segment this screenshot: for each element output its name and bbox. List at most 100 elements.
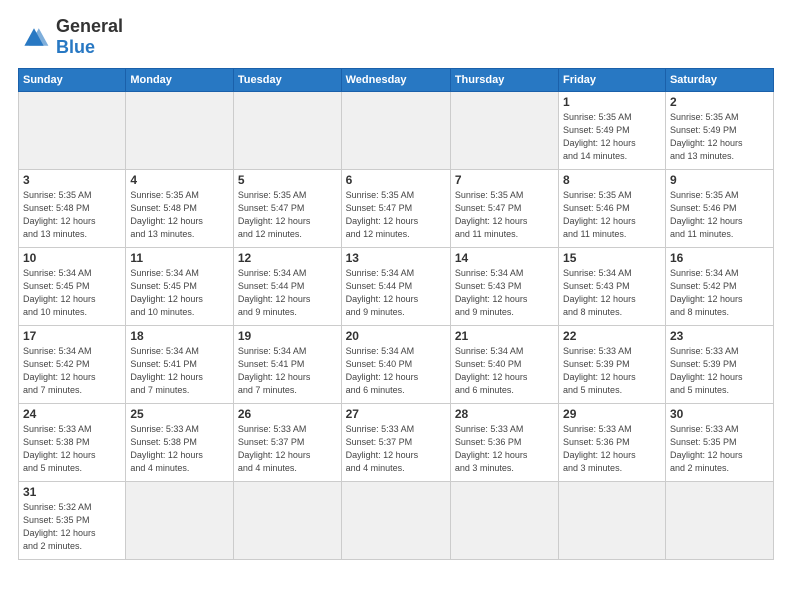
calendar-cell: 24 Sunrise: 5:33 AM Sunset: 5:38 PM Dayli…	[19, 404, 126, 482]
day-number: 10	[23, 251, 121, 265]
day-number: 8	[563, 173, 661, 187]
day-info: Sunrise: 5:34 AM Sunset: 5:45 PM Dayligh…	[130, 267, 229, 319]
calendar-cell: 18 Sunrise: 5:34 AM Sunset: 5:41 PM Dayli…	[126, 326, 234, 404]
day-info: Sunrise: 5:35 AM Sunset: 5:48 PM Dayligh…	[23, 189, 121, 241]
day-info: Sunrise: 5:34 AM Sunset: 5:40 PM Dayligh…	[455, 345, 554, 397]
calendar-cell: 7Sunrise: 5:35 AM Sunset: 5:47 PM Daylig…	[450, 170, 558, 248]
calendar-cell: 4 Sunrise: 5:35 AM Sunset: 5:48 PM Daylig…	[126, 170, 234, 248]
calendar-cell: 31 Sunrise: 5:32 AM Sunset: 5:35 PM Dayli…	[19, 482, 126, 560]
calendar-cell: 28 Sunrise: 5:33 AM Sunset: 5:36 PM Dayli…	[450, 404, 558, 482]
calendar-week-row: 3 Sunrise: 5:35 AM Sunset: 5:48 PM Daylig…	[19, 170, 774, 248]
day-number: 3	[23, 173, 121, 187]
calendar-cell	[126, 92, 234, 170]
weekday-header-monday: Monday	[126, 69, 234, 92]
page-header: General Blue	[18, 16, 774, 58]
day-info: Sunrise: 5:34 AM Sunset: 5:41 PM Dayligh…	[130, 345, 229, 397]
day-info: Sunrise: 5:34 AM Sunset: 5:44 PM Dayligh…	[238, 267, 337, 319]
calendar-cell: 8 Sunrise: 5:35 AM Sunset: 5:46 PM Daylig…	[559, 170, 666, 248]
day-info: Sunrise: 5:32 AM Sunset: 5:35 PM Dayligh…	[23, 501, 121, 553]
calendar-cell	[450, 92, 558, 170]
day-info: Sunrise: 5:33 AM Sunset: 5:35 PM Dayligh…	[670, 423, 769, 475]
weekday-header-thursday: Thursday	[450, 69, 558, 92]
day-info: Sunrise: 5:34 AM Sunset: 5:41 PM Dayligh…	[238, 345, 337, 397]
weekday-header-friday: Friday	[559, 69, 666, 92]
day-info: Sunrise: 5:33 AM Sunset: 5:38 PM Dayligh…	[130, 423, 229, 475]
calendar-cell: 12 Sunrise: 5:34 AM Sunset: 5:44 PM Dayli…	[233, 248, 341, 326]
day-info: Sunrise: 5:35 AM Sunset: 5:46 PM Dayligh…	[670, 189, 769, 241]
day-number: 24	[23, 407, 121, 421]
day-number: 5	[238, 173, 337, 187]
calendar-cell: 16 Sunrise: 5:34 AM Sunset: 5:42 PM Dayli…	[665, 248, 773, 326]
day-number: 12	[238, 251, 337, 265]
calendar-cell: 2 Sunrise: 5:35 AM Sunset: 5:49 PM Daylig…	[665, 92, 773, 170]
day-number: 31	[23, 485, 121, 499]
day-info: Sunrise: 5:34 AM Sunset: 5:42 PM Dayligh…	[23, 345, 121, 397]
day-number: 15	[563, 251, 661, 265]
calendar-cell: 9 Sunrise: 5:35 AM Sunset: 5:46 PM Daylig…	[665, 170, 773, 248]
calendar-cell: 14 Sunrise: 5:34 AM Sunset: 5:43 PM Dayli…	[450, 248, 558, 326]
day-info: Sunrise: 5:35 AM Sunset: 5:47 PM Dayligh…	[238, 189, 337, 241]
day-info: Sunrise: 5:35 AM Sunset: 5:49 PM Dayligh…	[670, 111, 769, 163]
day-number: 9	[670, 173, 769, 187]
day-number: 1	[563, 95, 661, 109]
day-number: 30	[670, 407, 769, 421]
day-info: Sunrise: 5:33 AM Sunset: 5:36 PM Dayligh…	[455, 423, 554, 475]
day-number: 17	[23, 329, 121, 343]
calendar-cell	[126, 482, 234, 560]
calendar-table: SundayMondayTuesdayWednesdayThursdayFrid…	[18, 68, 774, 560]
day-number: 21	[455, 329, 554, 343]
day-number: 28	[455, 407, 554, 421]
calendar-cell: 17 Sunrise: 5:34 AM Sunset: 5:42 PM Dayli…	[19, 326, 126, 404]
day-number: 27	[346, 407, 446, 421]
day-number: 23	[670, 329, 769, 343]
calendar-cell	[665, 482, 773, 560]
logo-text: General Blue	[56, 16, 123, 58]
calendar-header-row: SundayMondayTuesdayWednesdayThursdayFrid…	[19, 69, 774, 92]
calendar-cell: 21 Sunrise: 5:34 AM Sunset: 5:40 PM Dayli…	[450, 326, 558, 404]
day-number: 22	[563, 329, 661, 343]
day-number: 20	[346, 329, 446, 343]
day-info: Sunrise: 5:33 AM Sunset: 5:39 PM Dayligh…	[563, 345, 661, 397]
day-number: 29	[563, 407, 661, 421]
day-info: Sunrise: 5:35 AM Sunset: 5:48 PM Dayligh…	[130, 189, 229, 241]
day-info: Sunrise: 5:34 AM Sunset: 5:43 PM Dayligh…	[563, 267, 661, 319]
day-number: 25	[130, 407, 229, 421]
calendar-cell: 26Sunrise: 5:33 AM Sunset: 5:37 PM Dayli…	[233, 404, 341, 482]
day-number: 2	[670, 95, 769, 109]
calendar-cell: 11Sunrise: 5:34 AM Sunset: 5:45 PM Dayli…	[126, 248, 234, 326]
calendar-cell: 15 Sunrise: 5:34 AM Sunset: 5:43 PM Dayli…	[559, 248, 666, 326]
calendar-cell: 13Sunrise: 5:34 AM Sunset: 5:44 PM Dayli…	[341, 248, 450, 326]
day-info: Sunrise: 5:34 AM Sunset: 5:45 PM Dayligh…	[23, 267, 121, 319]
calendar-cell	[559, 482, 666, 560]
calendar-cell: 27Sunrise: 5:33 AM Sunset: 5:37 PM Dayli…	[341, 404, 450, 482]
day-number: 26	[238, 407, 337, 421]
calendar-cell: 1Sunrise: 5:35 AM Sunset: 5:49 PM Daylig…	[559, 92, 666, 170]
day-info: Sunrise: 5:33 AM Sunset: 5:36 PM Dayligh…	[563, 423, 661, 475]
calendar-cell	[341, 482, 450, 560]
day-number: 18	[130, 329, 229, 343]
calendar-week-row: 31 Sunrise: 5:32 AM Sunset: 5:35 PM Dayli…	[19, 482, 774, 560]
day-info: Sunrise: 5:35 AM Sunset: 5:47 PM Dayligh…	[455, 189, 554, 241]
day-info: Sunrise: 5:34 AM Sunset: 5:43 PM Dayligh…	[455, 267, 554, 319]
calendar-cell	[341, 92, 450, 170]
calendar-cell: 30 Sunrise: 5:33 AM Sunset: 5:35 PM Dayli…	[665, 404, 773, 482]
day-number: 6	[346, 173, 446, 187]
weekday-header-sunday: Sunday	[19, 69, 126, 92]
calendar-cell: 19Sunrise: 5:34 AM Sunset: 5:41 PM Dayli…	[233, 326, 341, 404]
day-number: 4	[130, 173, 229, 187]
weekday-header-wednesday: Wednesday	[341, 69, 450, 92]
calendar-cell: 23 Sunrise: 5:33 AM Sunset: 5:39 PM Dayli…	[665, 326, 773, 404]
day-info: Sunrise: 5:35 AM Sunset: 5:46 PM Dayligh…	[563, 189, 661, 241]
calendar-week-row: 24 Sunrise: 5:33 AM Sunset: 5:38 PM Dayli…	[19, 404, 774, 482]
day-number: 14	[455, 251, 554, 265]
day-info: Sunrise: 5:34 AM Sunset: 5:42 PM Dayligh…	[670, 267, 769, 319]
day-info: Sunrise: 5:34 AM Sunset: 5:40 PM Dayligh…	[346, 345, 446, 397]
day-info: Sunrise: 5:33 AM Sunset: 5:39 PM Dayligh…	[670, 345, 769, 397]
weekday-header-tuesday: Tuesday	[233, 69, 341, 92]
day-number: 16	[670, 251, 769, 265]
day-number: 13	[346, 251, 446, 265]
day-info: Sunrise: 5:33 AM Sunset: 5:38 PM Dayligh…	[23, 423, 121, 475]
weekday-header-saturday: Saturday	[665, 69, 773, 92]
calendar-cell	[19, 92, 126, 170]
logo: General Blue	[18, 16, 123, 58]
